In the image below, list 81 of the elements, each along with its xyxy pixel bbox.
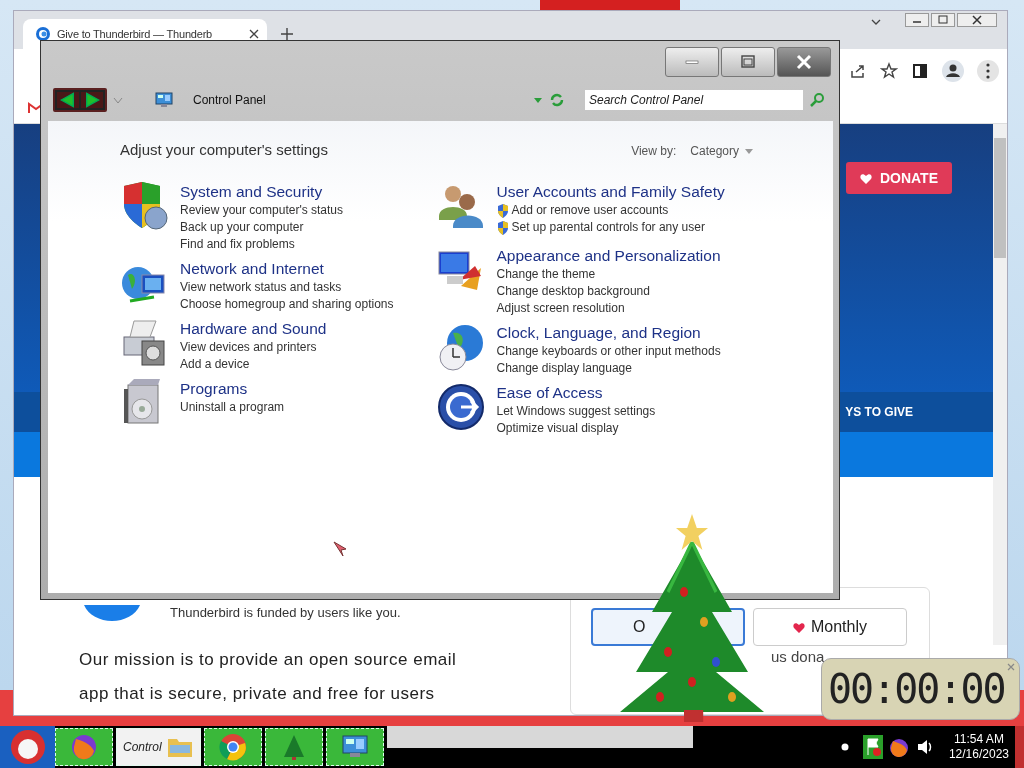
category-link[interactable]: System and Security <box>180 182 323 202</box>
task-link[interactable]: Change display language <box>496 360 632 377</box>
pointer-icon <box>333 541 347 557</box>
maximize-icon[interactable] <box>931 13 955 27</box>
donate-button[interactable]: DONATE <box>845 162 952 194</box>
task-link[interactable]: Change keyboards or other input methods <box>496 343 721 360</box>
search-field[interactable]: Search Control Panel <box>585 90 803 110</box>
view-by-dropdown[interactable]: Category <box>690 144 753 158</box>
task-link[interactable]: Uninstall a program <box>180 399 285 416</box>
heart-icon <box>859 172 872 184</box>
monitor-icon <box>155 92 173 108</box>
category-link[interactable]: Ease of Access <box>496 383 603 403</box>
star-icon[interactable] <box>880 62 898 80</box>
timer-display: 00:00:00 <box>828 666 1005 712</box>
browser-icon <box>218 733 247 761</box>
tab-title: Give to Thunderbird — Thunderb <box>57 28 214 40</box>
close-icon <box>796 54 812 70</box>
taskbar-button[interactable] <box>264 728 323 766</box>
mission-text: Our mission is to provide an open source email app that is secure, private and free for users <box>79 649 458 705</box>
task-link[interactable]: Back up your computer <box>180 219 304 236</box>
maximize-button[interactable] <box>721 47 775 77</box>
page-heading: Adjust your computer's settings <box>120 141 328 158</box>
frequency-button[interactable]: Monthly <box>753 608 907 646</box>
start-button[interactable] <box>0 726 55 768</box>
task-link[interactable]: Set up parental controls for any user <box>511 219 705 236</box>
taskbar-button[interactable] <box>203 728 262 766</box>
category-link[interactable]: Programs <box>180 379 248 399</box>
task-link[interactable]: Change desktop background <box>496 283 650 300</box>
clock-time: 11:54 AM <box>954 732 1004 747</box>
flag-icon[interactable] <box>862 735 883 759</box>
task-link[interactable]: Change the theme <box>496 266 596 283</box>
taskbar-button[interactable] <box>55 728 113 766</box>
chevron-down-icon[interactable] <box>871 17 881 27</box>
task-link[interactable]: Find and fix problems <box>180 236 295 253</box>
task-link[interactable]: Review your computer's status <box>180 202 344 219</box>
system-clock[interactable]: 11:54 AM 12/16/2023 <box>948 732 1009 762</box>
category-link[interactable]: Appearance and Personalization <box>496 246 721 266</box>
task-link[interactable]: View devices and printers <box>180 339 317 356</box>
printer-icon[interactable] <box>120 319 168 367</box>
scrollbar[interactable] <box>993 124 1007 645</box>
globe-clock-icon[interactable] <box>436 323 485 371</box>
taskbar-button[interactable]: Control <box>116 728 201 766</box>
close-icon[interactable] <box>249 29 259 39</box>
category-link[interactable]: Network and Internet <box>180 259 324 279</box>
new-tab-icon[interactable] <box>281 28 293 40</box>
shield-icon <box>496 203 509 218</box>
heart-icon <box>793 621 805 633</box>
caret-icon <box>745 148 753 154</box>
task-link[interactable]: Adjust screen resolution <box>496 300 625 317</box>
note-text: us dona <box>771 648 826 665</box>
sidebar-icon[interactable] <box>911 62 929 80</box>
navigation-buttons[interactable] <box>53 88 107 112</box>
category-link[interactable]: User Accounts and Family Safety <box>496 182 725 202</box>
task-link[interactable]: Optimize visual display <box>496 420 619 437</box>
task-link[interactable]: Let Windows suggest settings <box>496 403 656 420</box>
close-button[interactable] <box>777 47 831 77</box>
clock-date: 12/16/2023 <box>948 747 1009 762</box>
category-link[interactable]: Clock, Language, and Region <box>496 323 701 343</box>
address-text[interactable]: Control Panel <box>193 93 266 107</box>
menu-icon[interactable] <box>977 60 999 82</box>
shield-icon <box>496 220 509 235</box>
minimize-icon[interactable] <box>905 13 929 27</box>
forward-icon[interactable] <box>81 92 103 108</box>
share-icon[interactable] <box>849 62 867 80</box>
maximize-icon <box>740 54 756 70</box>
task-link[interactable]: View network status and tasks <box>180 279 342 296</box>
accessibility-icon[interactable] <box>436 383 485 431</box>
task-link[interactable]: Add or remove user accounts <box>511 202 669 219</box>
task-link[interactable]: Add a device <box>180 356 250 373</box>
nav-link[interactable]: YS TO GIVE <box>845 405 913 419</box>
task-link[interactable]: Choose homegroup and sharing options <box>180 296 394 313</box>
minimize-button[interactable] <box>665 47 719 77</box>
view-by-label: View by: <box>631 144 677 158</box>
taskbar-button[interactable] <box>325 728 384 766</box>
dot-icon[interactable] <box>840 743 849 751</box>
close-icon[interactable] <box>957 13 997 27</box>
funded-text: Thunderbird is funded by users like you. <box>170 605 401 620</box>
category-link[interactable]: Hardware and Sound <box>180 319 327 339</box>
avatar-icon <box>9 729 46 765</box>
profile-icon[interactable] <box>942 60 964 82</box>
back-icon[interactable] <box>57 92 79 108</box>
